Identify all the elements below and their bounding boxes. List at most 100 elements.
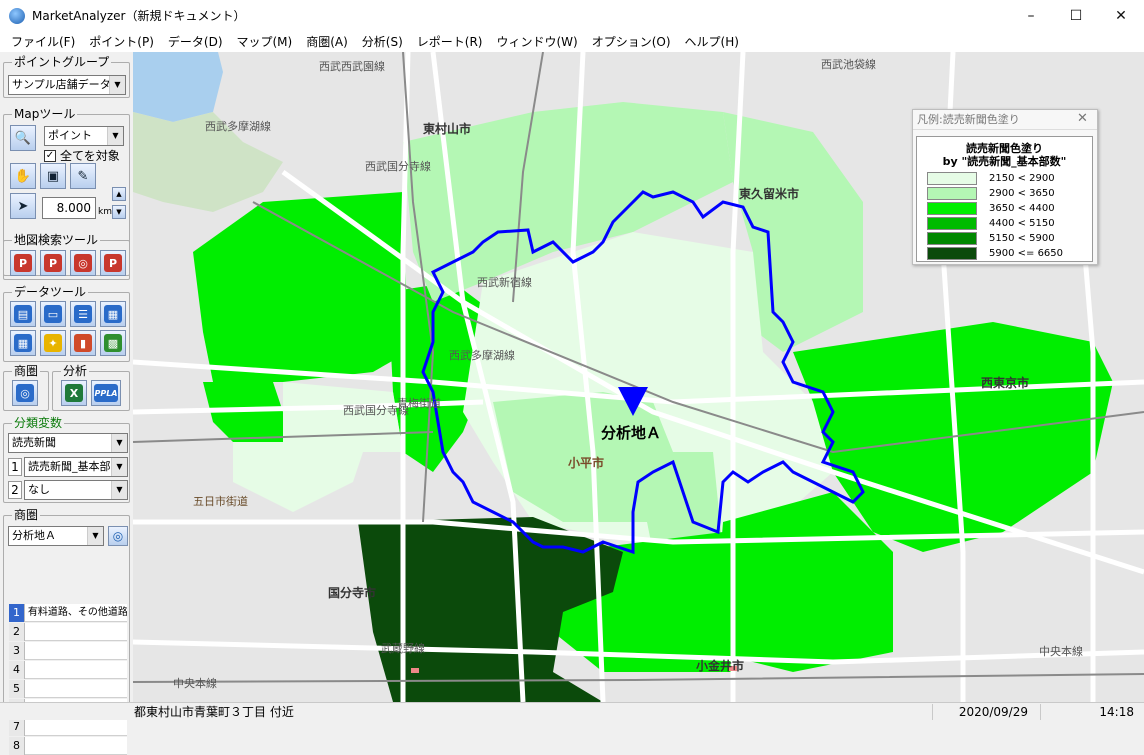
menu-point[interactable]: ポイント(P) (82, 33, 161, 50)
row-text (25, 737, 28, 754)
tool-mode-select[interactable]: ポイント ▼ (44, 126, 124, 146)
chart-button[interactable]: ▮ (70, 330, 96, 356)
legend-class-label: 4400 < 5150 (989, 218, 1055, 229)
menu-analysis[interactable]: 分析(S) (355, 33, 410, 50)
city-label-kodaira: 小平市 (568, 456, 605, 470)
table-icon: ▦ (14, 334, 32, 352)
shoken-value: 分析地Ａ (12, 529, 56, 542)
row-number: 1 (9, 604, 25, 622)
legend-window-title: 凡例:読売新聞色塗り (917, 113, 1020, 126)
shoken-list-row[interactable]: 5 (9, 680, 127, 698)
calculator-button[interactable]: ▦ (100, 301, 126, 327)
shoken-list-row[interactable]: 3 (9, 642, 127, 660)
pan-button[interactable]: ✋ (10, 163, 36, 189)
legend-body: 読売新聞色塗り by "読売新聞_基本部数" 2150 < 2900 2900 <… (916, 136, 1093, 262)
legend-window[interactable]: 凡例:読売新聞色塗り ✕ 読売新聞色塗り by "読売新聞_基本部数" 2150… (912, 109, 1098, 265)
map-search-tools-label: 地図検索ツール (12, 233, 101, 247)
legend-class-row: 5150 < 5900 (927, 231, 1055, 246)
city-label-koganei: 小金井市 (696, 659, 745, 673)
search-tool-2-button[interactable]: P (40, 250, 66, 276)
analysis-label: 分析 (61, 364, 90, 378)
row-number: 5 (9, 680, 25, 698)
measure-button[interactable]: ✎ (70, 163, 96, 189)
map-label-itsukaichi-kaido: 五日市街道 (193, 495, 248, 508)
shoken-target-button[interactable]: ◎ (108, 526, 128, 546)
all-target-checkbox-row[interactable]: ✓ 全てを対象 (44, 147, 120, 164)
distance-down-button[interactable]: ▼ (112, 205, 126, 219)
app-globe-icon (9, 7, 25, 24)
map-label-seibu-seien: 西武西武園線 (319, 60, 385, 73)
city-label-kokubunji: 国分寺市 (328, 586, 377, 600)
legend-swatch (927, 187, 977, 200)
legend-class-label: 2900 < 3650 (989, 188, 1055, 199)
data-list-button[interactable]: ☰ (70, 301, 96, 327)
shoken-list-row[interactable]: 1 有料道路、その他道路 (9, 604, 127, 622)
menu-file[interactable]: ファイル(F) (4, 33, 82, 50)
legend-close-icon[interactable]: ✕ (1077, 111, 1088, 126)
chevron-down-icon: ▼ (111, 434, 127, 452)
search-tool-4-button[interactable]: P (100, 250, 126, 276)
tool-mode-value: ポイント (48, 129, 92, 142)
search-tool-1-button[interactable]: P (10, 250, 36, 276)
class-var-select[interactable]: 読売新聞 ▼ (8, 433, 128, 453)
legend-class-label: 5900 <= 6650 (989, 248, 1064, 259)
close-button[interactable]: ✕ (1098, 0, 1144, 31)
bulb-button[interactable]: ✦ (40, 330, 66, 356)
cursor-arrow-icon: ➤ (17, 198, 29, 214)
menu-window[interactable]: ウィンドウ(W) (489, 33, 584, 50)
var2-select[interactable]: なし ▼ (24, 480, 128, 500)
shoken-select[interactable]: 分析地Ａ ▼ (8, 526, 104, 546)
excel-export-button[interactable]: X (61, 380, 87, 406)
analysis-box: 分析 X PPLA (52, 364, 130, 411)
point-group-select[interactable]: サンプル店舗データ2 ▼ (8, 75, 126, 95)
full-extent-button[interactable]: ▣ (40, 163, 66, 189)
search-tool-3-button[interactable]: ◎ (70, 250, 96, 276)
shoken-label: 商圏 (12, 508, 41, 522)
var1-select[interactable]: 読売新聞_基本部数 ▼ (24, 457, 128, 477)
chart-icon: ▮ (74, 334, 92, 352)
chevron-down-icon: ▼ (109, 76, 125, 94)
menu-options[interactable]: オプション(O) (585, 33, 678, 50)
menu-trade-area[interactable]: 商圏(A) (299, 33, 355, 50)
select-button[interactable]: ➤ (10, 193, 36, 219)
shoken-list-row[interactable]: 4 (9, 661, 127, 679)
menu-map[interactable]: マップ(M) (230, 33, 300, 50)
map-label-seibu-kokubunji: 西武国分寺線 (365, 160, 431, 173)
ppla-button[interactable]: PPLA (91, 380, 121, 406)
all-target-label: 全てを対象 (60, 149, 120, 163)
map-pin-search-icon: P (14, 254, 32, 272)
distance-up-button[interactable]: ▲ (112, 187, 126, 201)
grid-color-button[interactable]: ▩ (100, 330, 126, 356)
checkbox-checked-icon[interactable]: ✓ (44, 149, 56, 162)
color-grid-icon: ▩ (104, 334, 122, 352)
menu-data[interactable]: データ(D) (161, 33, 230, 50)
table-button[interactable]: ▦ (10, 330, 36, 356)
analysis-point-label: 分析地Ａ (601, 424, 662, 442)
hand-icon: ✋ (14, 168, 32, 184)
legend-swatch (927, 247, 977, 260)
minimize-button[interactable]: – (1008, 0, 1054, 31)
point-group-label: ポイントグループ (12, 55, 112, 69)
zoom-button[interactable]: 🔍 (10, 125, 36, 151)
chevron-down-icon: ▼ (116, 208, 122, 216)
shoken-list-row[interactable]: 7 (9, 718, 127, 736)
var1-value: 読売新聞_基本部数 (28, 460, 122, 473)
menu-report[interactable]: レポート(R) (410, 33, 490, 50)
data-window-button[interactable]: ▭ (40, 301, 66, 327)
database-button[interactable]: ▤ (10, 301, 36, 327)
city-label-higashimurayama: 東村山市 (423, 122, 472, 136)
map-search-tools-box: 地図検索ツール P P ◎ P (3, 233, 130, 280)
shoken-list-row[interactable]: 2 (9, 623, 127, 641)
menu-help[interactable]: ヘルプ(H) (678, 33, 746, 50)
distance-input[interactable]: 8.000 (42, 197, 96, 219)
legend-swatch (927, 202, 977, 215)
left-panel: ポイントグループ サンプル店舗データ2 ▼ Mapツール 🔍 ポイント ▼ ✓ … (0, 52, 133, 755)
trade-area-button[interactable]: ◎ (12, 380, 38, 406)
shoken-list-row[interactable]: 8 (9, 737, 127, 755)
row-number: 2 (9, 623, 25, 641)
class-vars-label: 分類変数 (12, 416, 65, 430)
maximize-button[interactable]: ☐ (1053, 0, 1099, 31)
map-tools-label: Mapツール (12, 107, 78, 121)
row-text: 有料道路、その他道路 (27, 607, 127, 618)
map-label-chuo-line-2: 中央本線 (1039, 645, 1083, 658)
